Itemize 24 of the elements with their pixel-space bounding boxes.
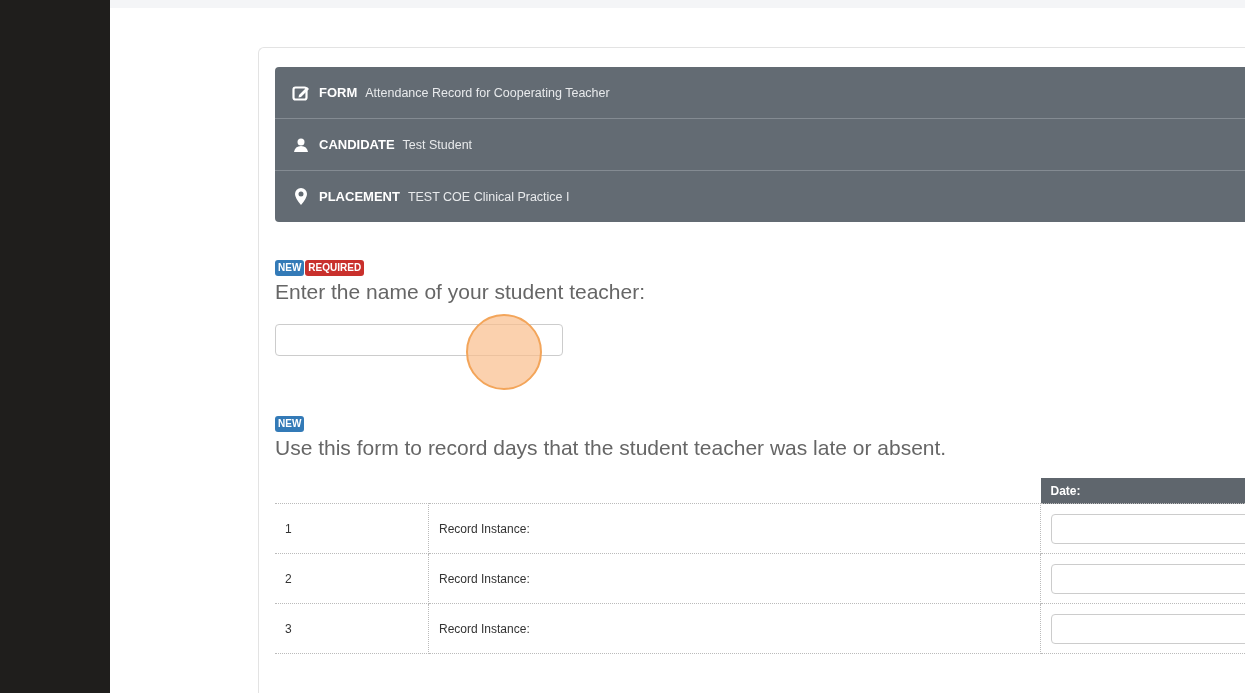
header-value: Test Student: [402, 137, 473, 152]
date-field[interactable]: [1051, 563, 1245, 594]
row-number: 2: [275, 553, 429, 604]
person-icon: [293, 137, 309, 152]
date-field[interactable]: [1051, 513, 1245, 544]
header-label: FORM: [319, 85, 358, 100]
header-value: TEST COE Clinical Practice I: [407, 189, 570, 204]
table-cell: Record Instance:: [428, 503, 1041, 554]
required-badge: REQUIRED: [305, 260, 365, 276]
map-pin-icon: [295, 188, 307, 205]
question-text: Enter the name of your student teacher:: [275, 280, 647, 304]
edit-icon: [292, 84, 310, 101]
column-header: Date:: [1040, 478, 1245, 504]
header-label: CANDIDATE: [319, 137, 395, 152]
new-badge: NEW: [275, 260, 305, 276]
header-value: Attendance Record for Cooperating Teacher: [365, 85, 610, 100]
table-cell: Record Instance:: [428, 553, 1041, 604]
header-label: PLACEMENT: [319, 189, 400, 204]
new-badge: NEW: [275, 416, 305, 432]
row-number: 3: [275, 603, 429, 654]
table-cell: Record Instance:: [428, 603, 1041, 654]
date-field[interactable]: [1051, 613, 1245, 644]
question-text: Use this form to record days that the student teacher was late or absent.: [275, 436, 948, 460]
row-number: 1: [275, 503, 429, 554]
